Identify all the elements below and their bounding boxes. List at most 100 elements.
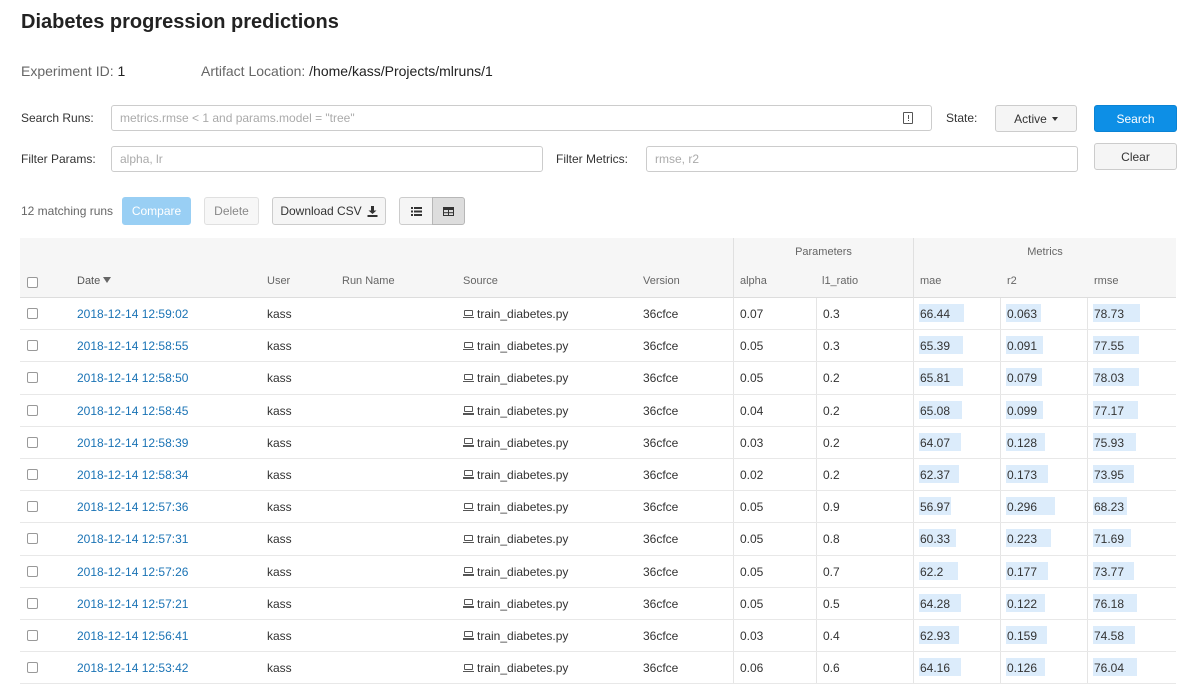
- run-date-link[interactable]: 2018-12-14 12:58:45: [77, 404, 188, 418]
- run-date-link[interactable]: 2018-12-14 12:58:55: [77, 339, 188, 353]
- metric-mae-value: 66.44: [920, 307, 951, 321]
- row-checkbox[interactable]: [27, 468, 38, 480]
- run-version: 36cfce: [643, 435, 679, 450]
- run-date-link[interactable]: 2018-12-14 12:53:42: [77, 661, 188, 675]
- artifact-location-value: /home/kass/Projects/mlruns/1: [309, 63, 493, 79]
- delete-button[interactable]: Delete: [204, 197, 259, 225]
- row-checkbox[interactable]: [27, 565, 38, 577]
- col-header-alpha[interactable]: alpha: [740, 275, 767, 287]
- run-date-link[interactable]: 2018-12-14 12:57:31: [77, 532, 188, 546]
- row-checkbox[interactable]: [27, 372, 38, 384]
- run-date-link[interactable]: 2018-12-14 12:58:39: [77, 436, 188, 450]
- run-date-link[interactable]: 2018-12-14 12:57:36: [77, 500, 188, 514]
- run-user: kass: [267, 628, 292, 643]
- download-csv-button[interactable]: Download CSV: [272, 197, 386, 225]
- laptop-icon: [463, 631, 474, 640]
- column-divider: [913, 394, 914, 426]
- run-date-link[interactable]: 2018-12-14 12:57:21: [77, 597, 188, 611]
- table-row: 2018-12-14 12:58:55 kass train_diabetes.…: [20, 330, 1176, 363]
- compare-button[interactable]: Compare: [122, 197, 191, 225]
- metric-rmse: 68.23: [1093, 496, 1127, 516]
- run-date-link[interactable]: 2018-12-14 12:57:26: [77, 565, 188, 579]
- column-divider: [1087, 523, 1088, 555]
- col-header-source[interactable]: Source: [463, 275, 498, 287]
- select-all-checkbox[interactable]: [27, 277, 38, 288]
- column-divider: [733, 298, 734, 330]
- col-header-user[interactable]: User: [267, 275, 290, 287]
- column-divider: [1087, 491, 1088, 523]
- metric-rmse-value: 73.77: [1094, 564, 1125, 579]
- col-header-r2[interactable]: r2: [1007, 275, 1017, 287]
- param-alpha: 0.05: [740, 500, 764, 515]
- filter-metrics-input[interactable]: [646, 146, 1078, 172]
- search-runs-input[interactable]: [111, 105, 932, 131]
- column-divider: [816, 587, 817, 619]
- run-date-link[interactable]: 2018-12-14 12:59:02: [77, 307, 188, 321]
- artifact-location: Artifact Location: /home/kass/Projects/m…: [201, 63, 493, 79]
- run-version: 36cfce: [643, 596, 679, 611]
- filter-params-input[interactable]: [111, 146, 543, 172]
- column-divider: [1087, 458, 1088, 491]
- filter-metrics-label: Filter Metrics:: [556, 152, 628, 166]
- row-checkbox[interactable]: [27, 662, 38, 674]
- metric-r2-value: 0.159: [1007, 628, 1038, 643]
- metric-mae: 62.37: [919, 464, 959, 484]
- metric-mae-value: 56.97: [920, 500, 951, 515]
- run-source: train_diabetes.py: [463, 597, 568, 611]
- metric-r2-value: 0.296: [1007, 500, 1038, 515]
- row-checkbox[interactable]: [27, 436, 38, 448]
- laptop-icon: [463, 470, 474, 479]
- col-header-version[interactable]: Version: [643, 275, 680, 287]
- laptop-icon: [463, 534, 474, 544]
- run-source: train_diabetes.py: [463, 339, 568, 353]
- row-checkbox[interactable]: [27, 308, 38, 319]
- row-checkbox[interactable]: [27, 501, 38, 513]
- input-info-icon[interactable]: [903, 112, 913, 124]
- list-view-button[interactable]: [399, 197, 433, 225]
- run-source: train_diabetes.py: [463, 371, 568, 385]
- metric-rmse: 71.69: [1093, 528, 1131, 548]
- param-alpha: 0.04: [740, 403, 764, 418]
- run-source-name: train_diabetes.py: [477, 532, 569, 547]
- row-checkbox[interactable]: [27, 597, 38, 609]
- column-divider: [1087, 330, 1088, 362]
- metric-mae-value: 64.07: [920, 435, 951, 450]
- run-date-link[interactable]: 2018-12-14 12:58:34: [77, 468, 188, 482]
- col-header-l1-ratio[interactable]: l1_ratio: [822, 275, 858, 287]
- column-divider: [816, 523, 817, 555]
- table-view-button[interactable]: [432, 197, 465, 225]
- laptop-icon: [463, 406, 474, 415]
- run-version: 36cfce: [643, 371, 679, 386]
- run-source-name: train_diabetes.py: [477, 403, 569, 418]
- table-row: 2018-12-14 12:56:41 kass train_diabetes.…: [20, 619, 1176, 653]
- run-date-link[interactable]: 2018-12-14 12:56:41: [77, 629, 188, 643]
- metric-mae: 65.08: [919, 400, 962, 420]
- col-header-run-name[interactable]: Run Name: [342, 275, 395, 287]
- column-divider: [816, 426, 817, 458]
- row-checkbox[interactable]: [27, 404, 38, 416]
- column-divider: [816, 491, 817, 523]
- clear-button[interactable]: Clear: [1094, 143, 1177, 170]
- col-header-rmse[interactable]: rmse: [1094, 275, 1118, 287]
- run-source-name: train_diabetes.py: [477, 467, 569, 482]
- metric-r2: 0.091: [1006, 335, 1043, 355]
- column-divider: [913, 298, 914, 330]
- param-l1-ratio: 0.7: [823, 564, 840, 579]
- run-user: kass: [267, 339, 292, 354]
- row-checkbox[interactable]: [27, 629, 38, 641]
- run-user: kass: [267, 403, 292, 418]
- column-divider: [1087, 587, 1088, 619]
- column-divider: [1000, 619, 1001, 652]
- metric-r2-value: 0.128: [1007, 435, 1038, 450]
- run-date-link[interactable]: 2018-12-14 12:58:50: [77, 371, 188, 385]
- state-dropdown[interactable]: Active: [995, 105, 1077, 132]
- run-version: 36cfce: [643, 467, 679, 482]
- column-divider: [733, 587, 734, 619]
- col-header-mae[interactable]: mae: [920, 275, 941, 287]
- search-button[interactable]: Search: [1094, 105, 1177, 132]
- row-checkbox[interactable]: [27, 533, 38, 545]
- row-checkbox[interactable]: [27, 340, 38, 352]
- col-header-date[interactable]: Date: [77, 275, 112, 287]
- laptop-icon: [463, 309, 474, 319]
- column-divider: [1087, 652, 1088, 684]
